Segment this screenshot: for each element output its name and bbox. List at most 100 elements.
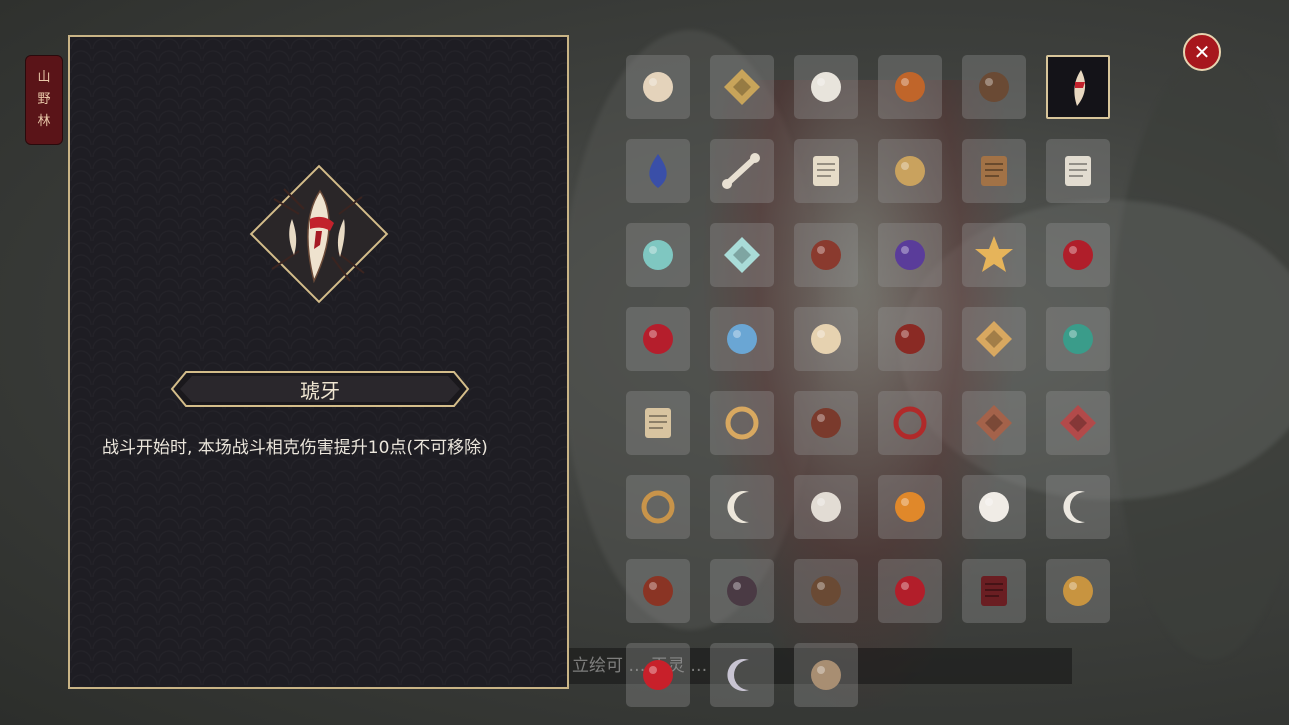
item-slot-ivory-horn[interactable] bbox=[710, 475, 774, 539]
item-slot-red-arrow-token[interactable] bbox=[1046, 391, 1110, 455]
linked-rings-icon bbox=[725, 406, 759, 440]
seal-char: 林 bbox=[37, 114, 51, 129]
item-slot-fossil-fishbone[interactable] bbox=[626, 55, 690, 119]
item-slot-red-feather-fan[interactable] bbox=[878, 559, 942, 623]
jade-heart-icon bbox=[724, 237, 760, 273]
item-slot-green-jade-orb[interactable] bbox=[1046, 307, 1110, 371]
item-slot-spiral-shell[interactable] bbox=[794, 55, 858, 119]
bone-icon bbox=[722, 153, 760, 189]
item-slot-brown-leather-bag[interactable] bbox=[794, 391, 858, 455]
silver-crescent-icon bbox=[727, 659, 749, 691]
item-slot-paper-scroll[interactable] bbox=[794, 139, 858, 203]
item-slot-golden-eye-charm[interactable] bbox=[962, 307, 1026, 371]
item-slot-blue-teardrop-gem[interactable] bbox=[626, 139, 690, 203]
item-slot-dark-spirit-pouch[interactable] bbox=[710, 559, 774, 623]
amber-icon bbox=[895, 492, 925, 522]
item-slot-orange-gourd-seed[interactable] bbox=[878, 55, 942, 119]
item-slot-jade-knot-charm[interactable] bbox=[626, 223, 690, 287]
item-slot-red-white-mushroom[interactable] bbox=[626, 643, 690, 707]
item-detail-panel: 琥牙 战斗开始时, 本场战斗相克伤害提升10点(不可移除) bbox=[68, 35, 569, 689]
feather-icon bbox=[895, 576, 925, 606]
eye-charm-icon bbox=[976, 321, 1012, 357]
item-slot-golden-pendant[interactable] bbox=[1046, 559, 1110, 623]
moon-icon bbox=[1063, 491, 1085, 523]
item-slot-silver-crescent-charm[interactable] bbox=[710, 643, 774, 707]
item-slot-bronze-rhombus-token[interactable] bbox=[962, 391, 1026, 455]
fishbone-icon bbox=[643, 72, 673, 102]
item-slot-golden-swirl-pile[interactable] bbox=[878, 139, 942, 203]
item-slot-golden-star-seal[interactable] bbox=[962, 223, 1026, 287]
mask-icon bbox=[895, 240, 925, 270]
item-slot-golden-chain-ring[interactable] bbox=[626, 475, 690, 539]
rhombus-icon bbox=[976, 405, 1012, 441]
item-name-plate: 琥牙 bbox=[170, 370, 470, 408]
pearls-icon bbox=[979, 492, 1009, 522]
bead-pouch-icon bbox=[811, 240, 841, 270]
seal-char: 野 bbox=[37, 92, 51, 107]
item-description: 战斗开始时, 本场战斗相克伤害提升10点(不可移除) bbox=[102, 438, 488, 458]
robe-icon bbox=[1065, 156, 1091, 186]
item-slot-red-wrapped-parcel[interactable] bbox=[626, 559, 690, 623]
item-slot-dark-pouch[interactable] bbox=[962, 55, 1026, 119]
close-button[interactable]: ✕ bbox=[1183, 33, 1221, 71]
talisman-icon bbox=[724, 69, 760, 105]
orb-frame-icon bbox=[727, 324, 757, 354]
shell-icon bbox=[811, 72, 841, 102]
amber-fang-icon bbox=[271, 188, 365, 284]
item-name: 琥牙 bbox=[300, 378, 340, 403]
abacus-icon bbox=[981, 156, 1007, 186]
item-slot-wine-gourd[interactable] bbox=[794, 307, 858, 371]
item-slot-white-crystal[interactable] bbox=[794, 475, 858, 539]
item-slot-pearl-necklace[interactable] bbox=[962, 475, 1026, 539]
item-slot-linked-gold-rings[interactable] bbox=[710, 391, 774, 455]
item-slot-folded-letter[interactable] bbox=[626, 391, 690, 455]
item-slot-bead-string[interactable] bbox=[794, 559, 858, 623]
horn-icon bbox=[727, 491, 749, 523]
item-slot-cloth-sack[interactable] bbox=[794, 643, 858, 707]
letter-icon bbox=[645, 408, 671, 438]
star-seal-icon bbox=[975, 236, 1013, 272]
item-slot-amber-stone[interactable] bbox=[878, 475, 942, 539]
item-slot-purple-demon-mask[interactable] bbox=[878, 223, 942, 287]
item-slot-bone-with-ribbon[interactable] bbox=[710, 139, 774, 203]
item-slot-red-wooden-log[interactable] bbox=[962, 559, 1026, 623]
chinese-knot-icon bbox=[643, 324, 673, 354]
item-collection-grid bbox=[626, 55, 1126, 707]
log-icon bbox=[981, 576, 1007, 606]
game-seal-logo: 山 野 林 bbox=[25, 55, 63, 145]
bead-string-icon bbox=[811, 576, 841, 606]
item-slot-blue-orb-frame[interactable] bbox=[710, 307, 774, 371]
parcel-icon bbox=[643, 576, 673, 606]
item-slot-jade-heart-knot[interactable] bbox=[710, 223, 774, 287]
item-slot-golden-talisman[interactable] bbox=[710, 55, 774, 119]
item-slot-bead-abacus[interactable] bbox=[962, 139, 1026, 203]
item-slot-red-bead-pouch[interactable] bbox=[794, 223, 858, 287]
item-slot-red-chinese-knot[interactable] bbox=[626, 307, 690, 371]
sack-icon bbox=[811, 660, 841, 690]
item-slot-red-coral-branch[interactable] bbox=[1046, 223, 1110, 287]
seal-char: 山 bbox=[37, 70, 51, 85]
jade-charm-icon bbox=[643, 240, 673, 270]
pendant-icon bbox=[1063, 576, 1093, 606]
item-slot-talisman-robe[interactable] bbox=[1046, 139, 1110, 203]
mushroom-icon bbox=[643, 660, 673, 690]
fang-icon bbox=[1074, 70, 1086, 106]
spirit-pouch-icon bbox=[727, 576, 757, 606]
pouch-icon bbox=[979, 72, 1009, 102]
item-slot-red-horseshoe-charm[interactable] bbox=[878, 391, 942, 455]
horseshoe-icon bbox=[893, 406, 927, 440]
bag-icon bbox=[811, 408, 841, 438]
coral-icon bbox=[1063, 240, 1093, 270]
item-slot-amber-fang[interactable] bbox=[1046, 55, 1110, 119]
chain-ring-icon bbox=[641, 490, 675, 524]
item-slot-crescent-moon[interactable] bbox=[1046, 475, 1110, 539]
lips-icon bbox=[895, 324, 925, 354]
seed-icon bbox=[895, 72, 925, 102]
swirl-pile-icon bbox=[895, 156, 925, 186]
scroll-icon bbox=[813, 156, 839, 186]
gourd-icon bbox=[811, 324, 841, 354]
item-slot-red-lips-ornament[interactable] bbox=[878, 307, 942, 371]
teardrop-icon bbox=[649, 154, 667, 188]
jade-orb-icon bbox=[1063, 324, 1093, 354]
arrow-token-icon bbox=[1060, 405, 1096, 441]
